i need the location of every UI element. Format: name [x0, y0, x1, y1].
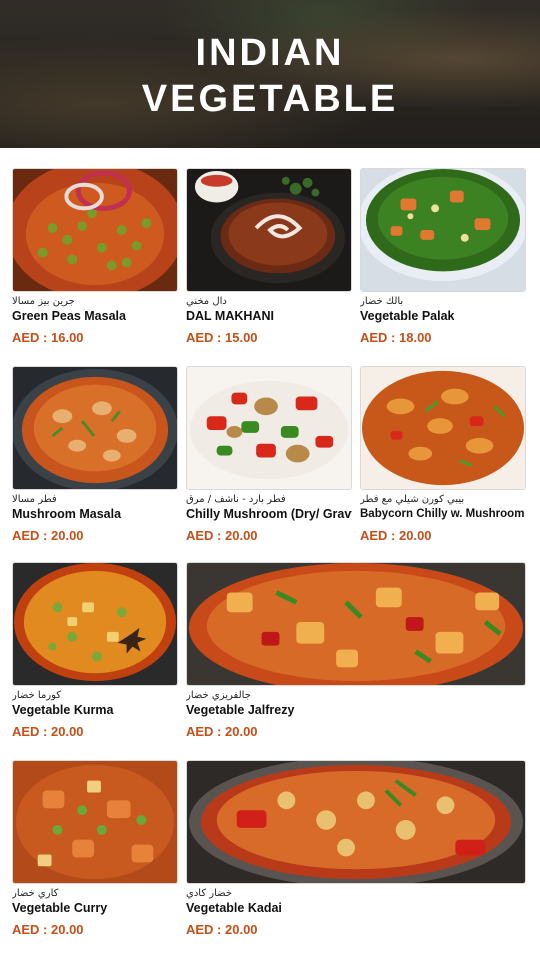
item-price: AED : 18.00	[360, 330, 432, 345]
dish-photo	[12, 562, 178, 686]
item-price: AED : 15.00	[186, 330, 258, 345]
item-name-arabic: كورما خضار	[12, 690, 62, 701]
item-price: AED : 20.00	[186, 724, 258, 739]
dish-photo	[186, 366, 352, 490]
menu-item-vegetable-kurma[interactable]: كورما خضار Vegetable Kurma AED : 20.00	[12, 562, 178, 740]
title-line-1: INDIAN	[195, 32, 345, 74]
item-name-arabic: بالك خضار	[360, 296, 404, 307]
item-name: Vegetable Curry	[12, 901, 108, 915]
item-name-arabic: دال مخني	[186, 296, 227, 307]
menu-item-chilly-mushroom[interactable]: فطر بارد - ناشف / مرق Chilly Mushroom (D…	[186, 366, 352, 544]
item-price: AED : 20.00	[186, 922, 258, 937]
item-name: Babycorn Chilly w. Mushroom	[360, 508, 525, 520]
menu-item-dal-makhani[interactable]: دال مخني DAL MAKHANI AED : 15.00	[186, 168, 352, 346]
dish-photo	[360, 168, 526, 292]
item-name: DAL MAKHANI	[186, 309, 274, 323]
page-title: INDIAN VEGETABLE	[0, 30, 540, 122]
menu-item-babycorn-chilly[interactable]: بيبي كورن شيلي مع فطر Babycorn Chilly w.…	[360, 366, 526, 544]
menu-item-vegetable-jalfrezy[interactable]: جالفريزي خضار Vegetable Jalfrezy AED : 2…	[186, 562, 526, 740]
header-banner: INDIAN VEGETABLE	[0, 0, 540, 148]
menu-item-mushroom-masala[interactable]: فطر مسالا Mushroom Masala AED : 20.00	[12, 366, 178, 544]
item-name-arabic: بيبي كورن شيلي مع فطر	[360, 494, 465, 505]
dish-photo	[12, 760, 178, 884]
dish-photo	[360, 366, 526, 490]
item-name: Vegetable Kadai	[186, 901, 282, 915]
dish-photo	[186, 168, 352, 292]
item-price: AED : 20.00	[186, 528, 258, 543]
item-name: Vegetable Palak	[360, 309, 455, 323]
item-name-arabic: خضار كادي	[186, 888, 232, 899]
dish-photo	[12, 168, 178, 292]
item-name: Vegetable Jalfrezy	[186, 703, 295, 717]
menu-item-green-peas-masala[interactable]: جرين بيز مسالا Green Peas Masala AED : 1…	[12, 168, 178, 346]
item-name-arabic: جرين بيز مسالا	[12, 296, 75, 307]
title-line-2: VEGETABLE	[141, 78, 399, 120]
item-name-arabic: جالفريزي خضار	[186, 690, 251, 701]
item-name: Vegetable Kurma	[12, 703, 114, 717]
item-price: AED : 16.00	[12, 330, 84, 345]
item-price: AED : 20.00	[12, 724, 84, 739]
dish-photo	[186, 760, 526, 884]
item-price: AED : 20.00	[360, 528, 432, 543]
item-name: Chilly Mushroom (Dry/ Gravy	[186, 507, 352, 521]
item-name-arabic: فطر بارد - ناشف / مرق	[186, 494, 286, 505]
dish-photo	[186, 562, 526, 686]
item-price: AED : 20.00	[12, 922, 84, 937]
dish-photo	[12, 366, 178, 490]
item-name-arabic: كاري خضار	[12, 888, 59, 899]
menu-item-vegetable-kadai[interactable]: خضار كادي Vegetable Kadai AED : 20.00	[186, 760, 526, 938]
item-name: Green Peas Masala	[12, 309, 126, 323]
menu-item-vegetable-curry[interactable]: كاري خضار Vegetable Curry AED : 20.00	[12, 760, 178, 938]
menu-item-vegetable-palak[interactable]: بالك خضار Vegetable Palak AED : 18.00	[360, 168, 526, 346]
item-name: Mushroom Masala	[12, 507, 122, 521]
item-price: AED : 20.00	[12, 528, 84, 543]
item-name-arabic: فطر مسالا	[12, 494, 57, 505]
